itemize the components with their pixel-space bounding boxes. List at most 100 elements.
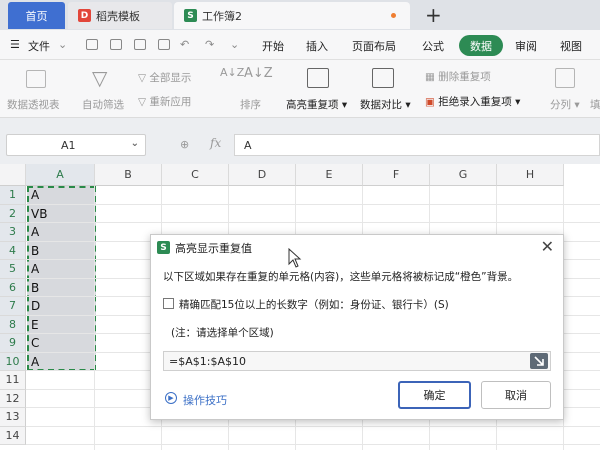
pivot-table-button[interactable]: 数据透视表 <box>7 97 60 112</box>
column-header-e[interactable]: E <box>296 164 363 186</box>
row-header-10[interactable]: 10 <box>0 352 26 371</box>
formula-bar: A1 ⌄ ⊕ fx A <box>0 131 600 159</box>
data-compare-icon <box>372 68 394 88</box>
row-header-9[interactable]: 9 <box>0 334 26 353</box>
row-header-5[interactable]: 5 <box>0 260 26 279</box>
cell-reference: A1 <box>61 139 76 152</box>
select-all-corner[interactable] <box>0 164 26 186</box>
data-compare-button[interactable]: 数据对比 ▾ <box>360 97 411 112</box>
highlight-duplicates-label: 高亮重复项 <box>286 99 339 111</box>
cell-a10[interactable]: A <box>31 353 39 372</box>
reject-duplicates-button[interactable]: ▣ 拒绝录入重复项 ▾ <box>425 94 520 109</box>
row-header-4[interactable]: 4 <box>0 241 26 260</box>
column-header-f[interactable]: F <box>363 164 430 186</box>
row-header-3[interactable]: 3 <box>0 223 26 242</box>
menu-file[interactable]: 文件 <box>28 38 50 54</box>
undo-icon[interactable]: ↶ <box>180 38 189 51</box>
unsaved-dot-icon <box>391 13 396 18</box>
fx-icon[interactable]: fx <box>210 136 221 150</box>
print-icon[interactable] <box>134 39 146 50</box>
spreadsheet-icon: S <box>184 9 197 22</box>
column-header-g[interactable]: G <box>430 164 497 186</box>
cell-a2[interactable]: VB <box>31 205 47 224</box>
row-gridline <box>26 222 600 223</box>
delete-duplicates-button[interactable]: ▦ 删除重复项 <box>425 69 491 84</box>
tab-home[interactable]: 首页 <box>8 2 65 29</box>
tips-link[interactable]: 操作技巧 <box>183 392 227 408</box>
cell-a5[interactable]: A <box>31 260 39 279</box>
quick-access-chevron-icon[interactable]: ⌄ <box>230 38 239 51</box>
row-gridline <box>26 444 600 445</box>
long-number-checkbox[interactable] <box>163 298 174 309</box>
cell-a3[interactable]: A <box>31 223 39 242</box>
cell-a7[interactable]: D <box>31 297 40 316</box>
split-column-label: 分列 <box>550 99 571 111</box>
play-icon[interactable]: ▶ <box>165 392 177 404</box>
split-column-button[interactable]: 分列 ▾ <box>550 97 580 112</box>
reject-icon: ▣ <box>425 96 435 108</box>
row-header-11[interactable]: 11 <box>0 371 26 390</box>
range-value: =$A$1:$A$10 <box>169 355 246 368</box>
dialog-note: (注：请选择单个区域) <box>171 327 274 339</box>
tab-workbook[interactable]: S 工作簿2 <box>174 2 410 29</box>
tab-home-label: 首页 <box>25 9 48 23</box>
column-header-a[interactable]: A <box>26 164 95 186</box>
row-header-7[interactable]: 7 <box>0 297 26 316</box>
export-icon[interactable] <box>110 39 122 50</box>
row-header-8[interactable]: 8 <box>0 315 26 334</box>
new-tab-icon[interactable]: + <box>425 3 442 27</box>
name-box[interactable]: A1 ⌄ <box>6 134 146 156</box>
column-header-c[interactable]: C <box>162 164 229 186</box>
row-gridline <box>26 203 600 205</box>
sort-desc-icon[interactable]: A↓Z <box>244 66 273 81</box>
menu-home[interactable]: 开始 <box>262 38 284 54</box>
menu-review[interactable]: 审阅 <box>515 38 537 54</box>
menu-page-layout[interactable]: 页面布局 <box>352 38 396 54</box>
menu-bar: ☰ 文件 ⌄ ↶ ↷ ⌄ 开始 插入 页面布局 公式 数据 审阅 视图 <box>0 30 600 60</box>
menu-insert[interactable]: 插入 <box>306 38 328 54</box>
cell-a6[interactable]: B <box>31 279 39 298</box>
data-compare-label: 数据对比 <box>360 99 402 111</box>
save-icon[interactable] <box>86 39 98 50</box>
sort-button[interactable]: 排序 <box>240 97 261 112</box>
zoom-icon[interactable]: ⊕ <box>180 138 189 151</box>
filter-icon: ▽ <box>92 66 108 90</box>
long-number-checkbox-label[interactable]: 精确匹配15位以上的长数字（例如：身份证、银行卡）(S) <box>179 297 449 312</box>
tab-docer[interactable]: D 稻壳模板 <box>68 2 172 29</box>
formula-input[interactable]: A <box>234 134 600 156</box>
row-header-14[interactable]: 14 <box>0 426 26 445</box>
ok-button[interactable]: 确定 <box>398 381 471 409</box>
column-header-d[interactable]: D <box>229 164 296 186</box>
name-box-chevron-icon[interactable]: ⌄ <box>131 138 139 149</box>
hamburger-icon[interactable]: ☰ <box>10 38 20 51</box>
row-header-1[interactable]: 1 <box>0 186 26 205</box>
row-header-2[interactable]: 2 <box>0 204 26 223</box>
cell-a1[interactable]: A <box>31 186 39 205</box>
docer-icon: D <box>78 9 91 22</box>
range-select-icon[interactable] <box>530 353 548 369</box>
highlight-duplicates-button[interactable]: 高亮重复项 ▾ <box>286 97 347 112</box>
column-header-h[interactable]: H <box>497 164 564 186</box>
close-icon[interactable]: ✕ <box>541 237 554 256</box>
menu-formulas[interactable]: 公式 <box>422 38 444 54</box>
redo-icon[interactable]: ↷ <box>205 38 214 51</box>
chevron-down-icon[interactable]: ⌄ <box>58 38 67 51</box>
range-input[interactable]: =$A$1:$A$10 <box>163 351 551 371</box>
row-header-6[interactable]: 6 <box>0 278 26 297</box>
fill-button[interactable]: 填 <box>590 97 600 112</box>
cancel-button[interactable]: 取消 <box>481 381 551 409</box>
cell-a4[interactable]: B <box>31 242 39 261</box>
show-all-button[interactable]: ▽ 全部显示 <box>138 70 191 85</box>
auto-filter-button[interactable]: 自动筛选 <box>82 97 124 112</box>
column-header-b[interactable]: B <box>95 164 162 186</box>
sort-asc-icon[interactable]: A↓Z <box>220 66 244 79</box>
reapply-button[interactable]: ▽ 重新应用 <box>138 94 191 109</box>
column-gridline <box>94 186 95 450</box>
cell-a9[interactable]: C <box>31 334 39 353</box>
preview-icon[interactable] <box>158 39 170 50</box>
menu-data[interactable]: 数据 <box>459 35 503 56</box>
menu-view[interactable]: 视图 <box>560 38 582 54</box>
row-header-12[interactable]: 12 <box>0 389 26 408</box>
row-header-13[interactable]: 13 <box>0 408 26 427</box>
cell-a8[interactable]: E <box>31 316 39 335</box>
